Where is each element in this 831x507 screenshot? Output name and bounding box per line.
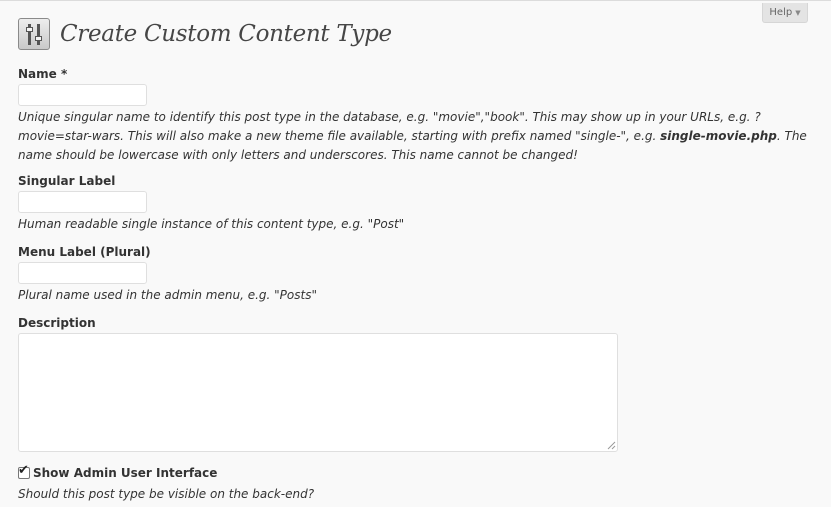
- name-description: Unique singular name to identify this po…: [18, 108, 808, 165]
- name-label: Name *: [18, 67, 68, 81]
- description-textarea[interactable]: [18, 333, 618, 452]
- show-admin-ui-description: Should this post type be visible on the …: [18, 487, 315, 501]
- menu-label-description: Plural name used in the admin menu, e.g.…: [18, 288, 317, 302]
- menu-label-input[interactable]: [18, 262, 147, 284]
- description-label: Description: [18, 316, 96, 330]
- name-description-example: single-movie.php: [660, 129, 777, 143]
- singular-label-label: Singular Label: [18, 174, 116, 188]
- tools-icon: [18, 18, 50, 50]
- help-tab-button[interactable]: Help ▼: [762, 3, 808, 23]
- show-admin-ui-label[interactable]: Show Admin User Interface: [33, 466, 217, 480]
- chevron-down-icon: ▼: [795, 8, 801, 17]
- page-header: Create Custom Content Type: [18, 18, 392, 50]
- checkmark-icon: ✔: [18, 463, 29, 478]
- name-description-text: Unique singular name to identify this po…: [18, 110, 761, 143]
- singular-label-description: Human readable single instance of this c…: [18, 217, 405, 231]
- page-title: Create Custom Content Type: [60, 21, 392, 47]
- show-admin-ui-checkbox[interactable]: ✔: [18, 463, 30, 479]
- help-label: Help: [769, 7, 793, 18]
- singular-label-input[interactable]: [18, 191, 147, 213]
- menu-label-label: Menu Label (Plural): [18, 245, 151, 259]
- name-input[interactable]: [18, 84, 147, 106]
- show-admin-ui-row: ✔ Show Admin User Interface: [18, 463, 217, 480]
